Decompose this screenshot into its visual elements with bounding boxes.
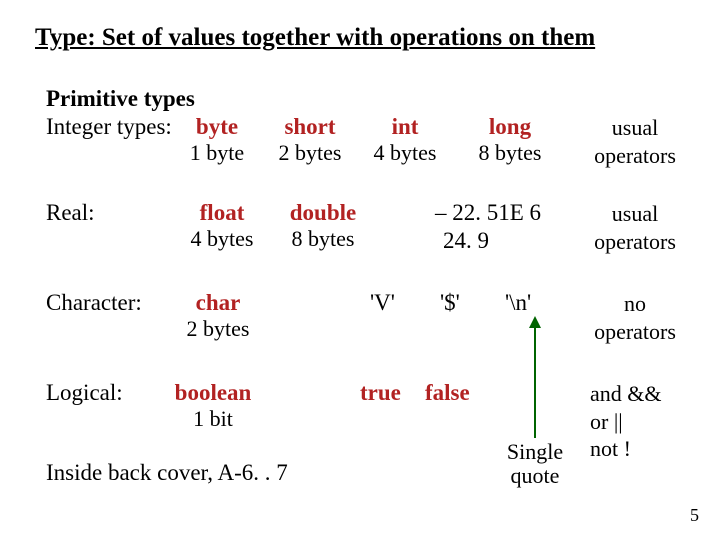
col-double: double 8 bytes xyxy=(278,200,368,252)
size-boolean: 1 bit xyxy=(168,406,258,432)
size-byte: 1 byte xyxy=(182,140,252,166)
real-label: Real: xyxy=(46,200,95,226)
type-short: short xyxy=(270,114,350,140)
char-example-newline: '\n' xyxy=(505,290,531,316)
size-short: 2 bytes xyxy=(270,140,350,166)
logical-ops-line2: or || xyxy=(590,409,623,434)
integer-label: Integer types: xyxy=(46,114,172,140)
real-operators: usual operators xyxy=(580,200,690,255)
note-line2: quote xyxy=(511,463,560,488)
logical-ops-line1: and && xyxy=(590,381,662,406)
footer-text: Inside back cover, A-6. . 7 xyxy=(46,460,288,486)
size-char: 2 bytes xyxy=(178,316,258,342)
col-boolean: boolean 1 bit xyxy=(168,380,258,432)
logical-operators: and && or || not ! xyxy=(590,380,680,463)
single-quote-note: Single quote xyxy=(490,440,580,488)
primitive-types-heading: Primitive types xyxy=(46,86,195,112)
bool-true: true xyxy=(360,380,401,406)
integer-ops-line2: operators xyxy=(594,143,676,168)
slide-title: Type: Set of values together with operat… xyxy=(35,24,595,52)
type-double: double xyxy=(278,200,368,226)
col-long: long 8 bytes xyxy=(470,114,550,166)
col-float: float 4 bytes xyxy=(182,200,262,252)
col-byte: byte 1 byte xyxy=(182,114,252,166)
size-double: 8 bytes xyxy=(278,226,368,252)
integer-ops-line1: usual xyxy=(612,115,658,140)
real-ops-line2: operators xyxy=(594,229,676,254)
char-ops-line2: operators xyxy=(594,319,676,344)
size-int: 4 bytes xyxy=(365,140,445,166)
note-line1: Single xyxy=(507,439,563,464)
col-short: short 2 bytes xyxy=(270,114,350,166)
char-example-v: 'V' xyxy=(370,290,395,316)
character-label: Character: xyxy=(46,290,142,316)
type-int: int xyxy=(365,114,445,140)
bool-false: false xyxy=(425,380,470,406)
size-float: 4 bytes xyxy=(182,226,262,252)
col-int: int 4 bytes xyxy=(365,114,445,166)
logical-ops-line3: not ! xyxy=(590,436,631,461)
type-boolean: boolean xyxy=(168,380,258,406)
char-ops-line1: no xyxy=(624,291,646,316)
integer-operators: usual operators xyxy=(580,114,690,169)
type-byte: byte xyxy=(182,114,252,140)
real-ops-line1: usual xyxy=(612,201,658,226)
page-number: 5 xyxy=(690,505,699,526)
arrow-icon xyxy=(534,318,536,438)
type-long: long xyxy=(470,114,550,140)
char-example-dollar: '$' xyxy=(440,290,460,316)
logical-label: Logical: xyxy=(46,380,123,406)
col-char: char 2 bytes xyxy=(178,290,258,342)
type-float: float xyxy=(182,200,262,226)
type-char: char xyxy=(178,290,258,316)
slide: Type: Set of values together with operat… xyxy=(0,0,720,540)
real-example1: – 22. 51E 6 xyxy=(435,200,541,226)
size-long: 8 bytes xyxy=(470,140,550,166)
character-operators: no operators xyxy=(580,290,690,345)
real-example2: 24. 9 xyxy=(443,228,489,254)
